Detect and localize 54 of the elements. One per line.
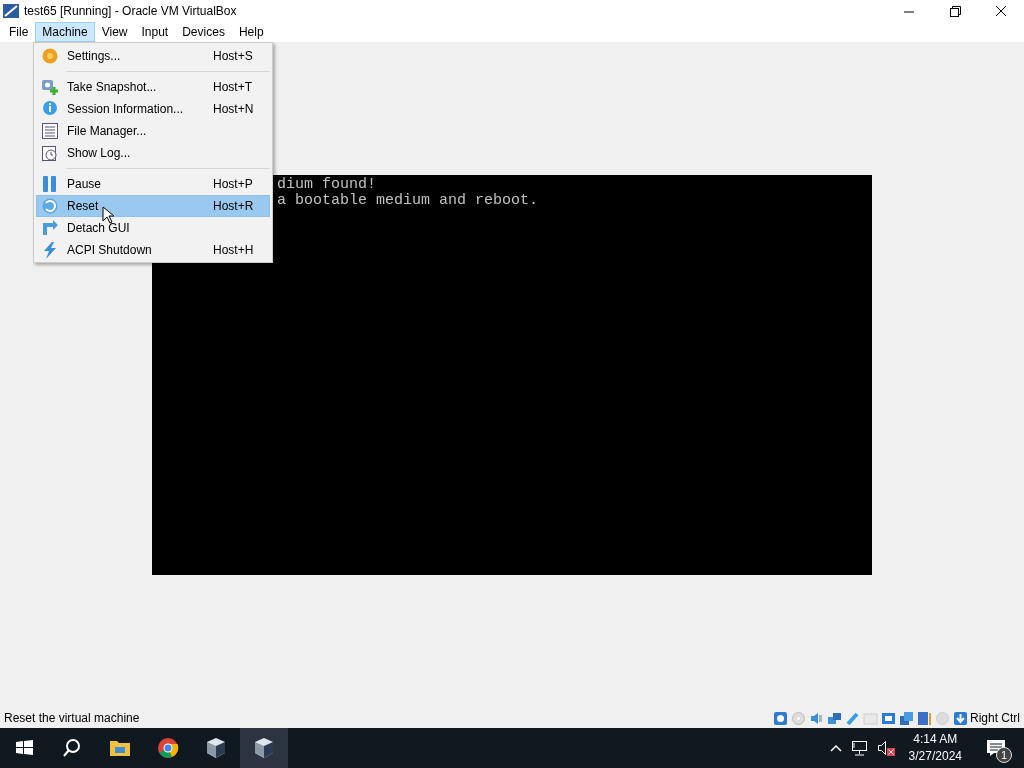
status-message: Reset the virtual machine [4,711,141,725]
menu-option[interactable]: Take Snapshot... Host+T [36,76,270,98]
console-text: dium found! [277,177,377,193]
pointer-icon [102,206,114,224]
menu-option-label: Pause [66,177,103,191]
menu-item[interactable]: File [2,22,36,42]
menu-option[interactable]: Detach GUI [36,217,270,239]
speaker-muted-icon[interactable] [876,740,895,756]
shortcut-label: Host+H [213,243,255,257]
cube-icon[interactable] [204,736,228,760]
browser-icon[interactable] [156,736,180,760]
menu-option[interactable]: Session Information... Host+N [36,98,270,120]
shortcut-label: Host+N [213,102,255,116]
clock-document-icon [41,144,59,162]
menu-item[interactable]: Help [231,22,271,42]
menu-option-label: Detach GUI [66,221,131,235]
menu-item[interactable]: Machine [35,22,95,42]
camera-plus-icon [41,78,59,96]
menu-option-label: ACPI Shutdown [66,243,153,257]
menu-item[interactable]: View [94,22,135,42]
arrow-down-icon[interactable] [953,710,968,726]
menu-option-label: File Manager... [66,124,148,138]
menu-option[interactable]: Reset Host+R [36,195,270,217]
lightning-icon [41,241,59,259]
menu-option[interactable]: Pause Host+P [36,173,270,195]
window-title: test65 [Running] - Oracle VM VirtualBox [24,4,238,18]
menu-option-label: Show Log... [66,146,132,160]
menu-item[interactable]: Devices [175,22,232,42]
menu-option[interactable]: File Manager... [36,120,270,142]
menu-option[interactable]: Show Log... [36,142,270,164]
host-key-label: Right Ctrl [970,711,1020,725]
shortcut-label: Host+P [213,177,254,191]
menu-option-label: Reset [66,199,100,213]
menu-option[interactable]: Settings... Host+S [36,45,270,67]
menu-option-label: Session Information... [66,102,185,116]
document-icon [41,122,59,140]
clock-time[interactable]: 4:14 AM [913,731,958,748]
menu-option-label: Settings... [66,49,122,63]
speaker-icon[interactable] [809,710,824,726]
console-text: a bootable medium and reboot. [277,193,539,209]
info-icon [41,100,59,118]
arrow-icon [41,219,59,237]
shortcut-label: Host+S [213,49,254,63]
menu-item[interactable]: Input [134,22,176,42]
cube-icon[interactable] [252,736,276,760]
shortcut-label: Host+R [213,199,255,213]
notification-badge: 1 [996,747,1012,763]
shortcut-label: Host+T [213,80,253,94]
menu-option[interactable]: ACPI Shutdown Host+H [36,239,270,261]
display-icon[interactable] [881,710,896,726]
menu-option-label: Take Snapshot... [66,80,158,94]
pause-icon [41,175,59,193]
clock-date[interactable]: 3/27/2024 [908,748,962,765]
reset-icon [41,197,59,215]
